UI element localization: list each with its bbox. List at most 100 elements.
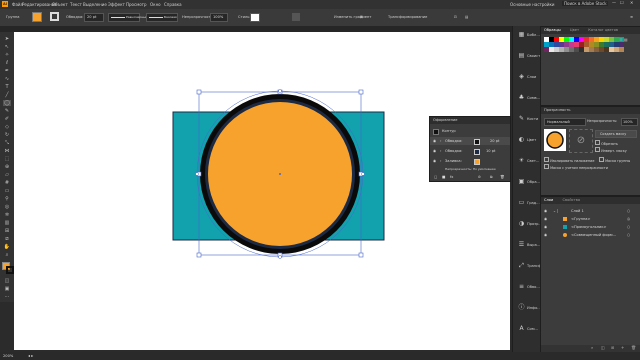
mask-thumbnail[interactable]: ⊘ [569, 129, 593, 153]
expand-arrow-icon[interactable]: › [440, 157, 441, 165]
layer-target-icon[interactable]: ○ [627, 223, 630, 231]
swatch-cell[interactable] [569, 42, 574, 47]
layer-row[interactable]: ◉ ⌄ Слой 1 ○ [541, 207, 640, 215]
lasso-tool-icon[interactable]: ℓ [3, 60, 11, 66]
layer-row[interactable]: ◉ <Совмещенный форм... ○ [541, 231, 640, 239]
perspective-tool-icon[interactable]: ▱ [3, 172, 11, 178]
layer-target-icon[interactable]: ○ [627, 231, 630, 239]
fill-stroke-widget[interactable] [2, 262, 14, 274]
delete-item-icon[interactable]: 🗑 [500, 173, 505, 181]
menu-effect[interactable]: Эффект [108, 2, 125, 7]
dock-brushes[interactable]: ✎ Кисти [515, 112, 540, 133]
magic-wand-tool-icon[interactable]: ✧ [3, 52, 11, 58]
shape-builder-tool-icon[interactable]: ⊕ [3, 164, 11, 170]
swatch-cell[interactable] [569, 37, 574, 42]
curvature-tool-icon[interactable]: ∿ [3, 76, 11, 82]
menu-help[interactable]: Справка [164, 2, 182, 7]
swatch-cell[interactable] [584, 47, 589, 52]
menu-object[interactable]: Объект [52, 2, 68, 7]
swatch-cell[interactable] [599, 37, 604, 42]
symbol-sprayer-tool-icon[interactable]: ✲ [3, 212, 11, 218]
swatch-cell[interactable] [609, 42, 614, 47]
swatch-cell[interactable] [544, 42, 549, 47]
swatch-cell[interactable] [614, 42, 619, 47]
appearance-opacity-row[interactable]: Непрозрачность: По умолчанию [430, 165, 510, 173]
swatch-cell[interactable] [579, 47, 584, 52]
swatch-cell[interactable] [549, 47, 554, 52]
swatch-cell[interactable] [549, 37, 554, 42]
rotate-tool-icon[interactable]: ↻ [3, 132, 11, 138]
visibility-eye-icon[interactable]: ◉ [433, 137, 436, 145]
close-icon[interactable]: ✕ [630, 0, 633, 5]
make-clipping-mask-icon[interactable]: ◫ [601, 345, 605, 350]
swatch-cell[interactable] [614, 37, 619, 42]
style-swatch[interactable] [250, 13, 260, 22]
menu-select[interactable]: Выделение [83, 2, 107, 7]
dock-align[interactable]: ☰ Выра... [515, 238, 540, 259]
menu-view[interactable]: Просмотр [126, 2, 147, 7]
clear-appearance-icon[interactable]: ⊘ [478, 173, 481, 181]
swatch-cell[interactable] [569, 47, 574, 52]
layer-row[interactable]: ◉ <Прямоугольник> ○ [541, 223, 640, 231]
tab-properties[interactable]: Свойства [563, 198, 581, 202]
stroke-swatch-2[interactable] [474, 149, 480, 155]
swatch-cell[interactable] [554, 47, 559, 52]
dock-stroke[interactable]: ≡ Обво... [515, 280, 540, 301]
layer-expand-icon[interactable]: ⌄ [553, 207, 556, 215]
isolate-icon[interactable]: ⊡ [454, 15, 457, 19]
swatch-cell[interactable] [574, 42, 579, 47]
knockout-checkbox[interactable]: Маска группы [599, 157, 630, 163]
swatch-cell[interactable] [619, 47, 624, 52]
stroke-weight-field[interactable]: 20 pt [84, 13, 104, 22]
swatch-cell[interactable] [574, 47, 579, 52]
layer-visibility-icon[interactable]: ◉ [544, 231, 547, 239]
swatch-cell[interactable] [614, 47, 619, 52]
profile-select[interactable]: Равномерный [108, 13, 148, 22]
invert-checkbox[interactable]: Инверт. маску [595, 147, 627, 153]
isolate-checkbox-box[interactable] [544, 157, 549, 162]
swatch-cell[interactable] [609, 37, 614, 42]
dock-info[interactable]: ⓘ Инфо... [515, 301, 540, 322]
transform-button[interactable]: Трансформирование [388, 15, 427, 19]
dock-characters[interactable]: A Сим... [515, 322, 540, 343]
gradient-tool-icon[interactable]: ▭ [3, 188, 11, 194]
dock-properties[interactable]: ▤ Своиства [515, 49, 545, 70]
transparency-opacity-field[interactable]: 100% [621, 118, 638, 126]
blend-mode-select[interactable]: Нормальный [544, 118, 586, 126]
appearance-fill-row[interactable]: ◉ › Заливка: [430, 157, 510, 165]
opacity-mask-checkbox-box[interactable] [544, 164, 549, 169]
tab-layers[interactable]: Слои [544, 198, 553, 202]
toolbar-stroke-swatch[interactable] [6, 266, 14, 274]
swatch-cell[interactable] [619, 42, 624, 47]
swatch-cell[interactable] [594, 37, 599, 42]
swatch-cell[interactable] [589, 47, 594, 52]
width-tool-icon[interactable]: ⋈ [3, 148, 11, 154]
dock-layers[interactable]: ◈ Слои [515, 70, 540, 91]
dock-symbols[interactable]: ♣ Симв... [515, 91, 540, 112]
make-mask-button[interactable]: Создать маску [595, 130, 637, 138]
new-layer-icon[interactable]: + [621, 345, 624, 350]
menu-window[interactable]: Окно [150, 2, 161, 7]
swatch-cell[interactable] [544, 47, 549, 52]
hand-tool-icon[interactable]: ✋ [3, 244, 11, 250]
tab-color-guide[interactable]: Каталог цветов [588, 28, 618, 32]
ellipse-tool-icon[interactable]: ◯ [3, 100, 11, 106]
zoom-tool-icon[interactable]: ⌕ [3, 252, 11, 258]
dock-transparency[interactable]: ◑ Прозр... [515, 217, 542, 238]
direct-selection-tool-icon[interactable]: ↖ [3, 44, 11, 50]
zoom-level[interactable]: 200% [3, 354, 13, 358]
list-view-icon[interactable]: ☰ [619, 37, 623, 42]
dock-libraries[interactable]: ▦ Библ... [515, 28, 540, 49]
swatch-cell[interactable] [599, 47, 604, 52]
slice-tool-icon[interactable]: ⧄ [3, 236, 11, 242]
scale-tool-icon[interactable]: ⤡ [3, 140, 11, 146]
swatch-cell[interactable] [559, 37, 564, 42]
layer-name[interactable]: <Совмещенный форм... [571, 231, 616, 239]
screen-mode-icon[interactable]: ▣ [3, 286, 11, 292]
paintbrush-tool-icon[interactable]: ✎ [3, 108, 11, 114]
visibility-eye-icon[interactable]: ◉ [433, 147, 436, 155]
swatch-cell[interactable] [564, 37, 569, 42]
workspace-switcher[interactable]: Основные настройки [510, 2, 554, 7]
swatch-cell[interactable] [579, 37, 584, 42]
recolor-button[interactable]: Изменить градиент [334, 15, 371, 19]
